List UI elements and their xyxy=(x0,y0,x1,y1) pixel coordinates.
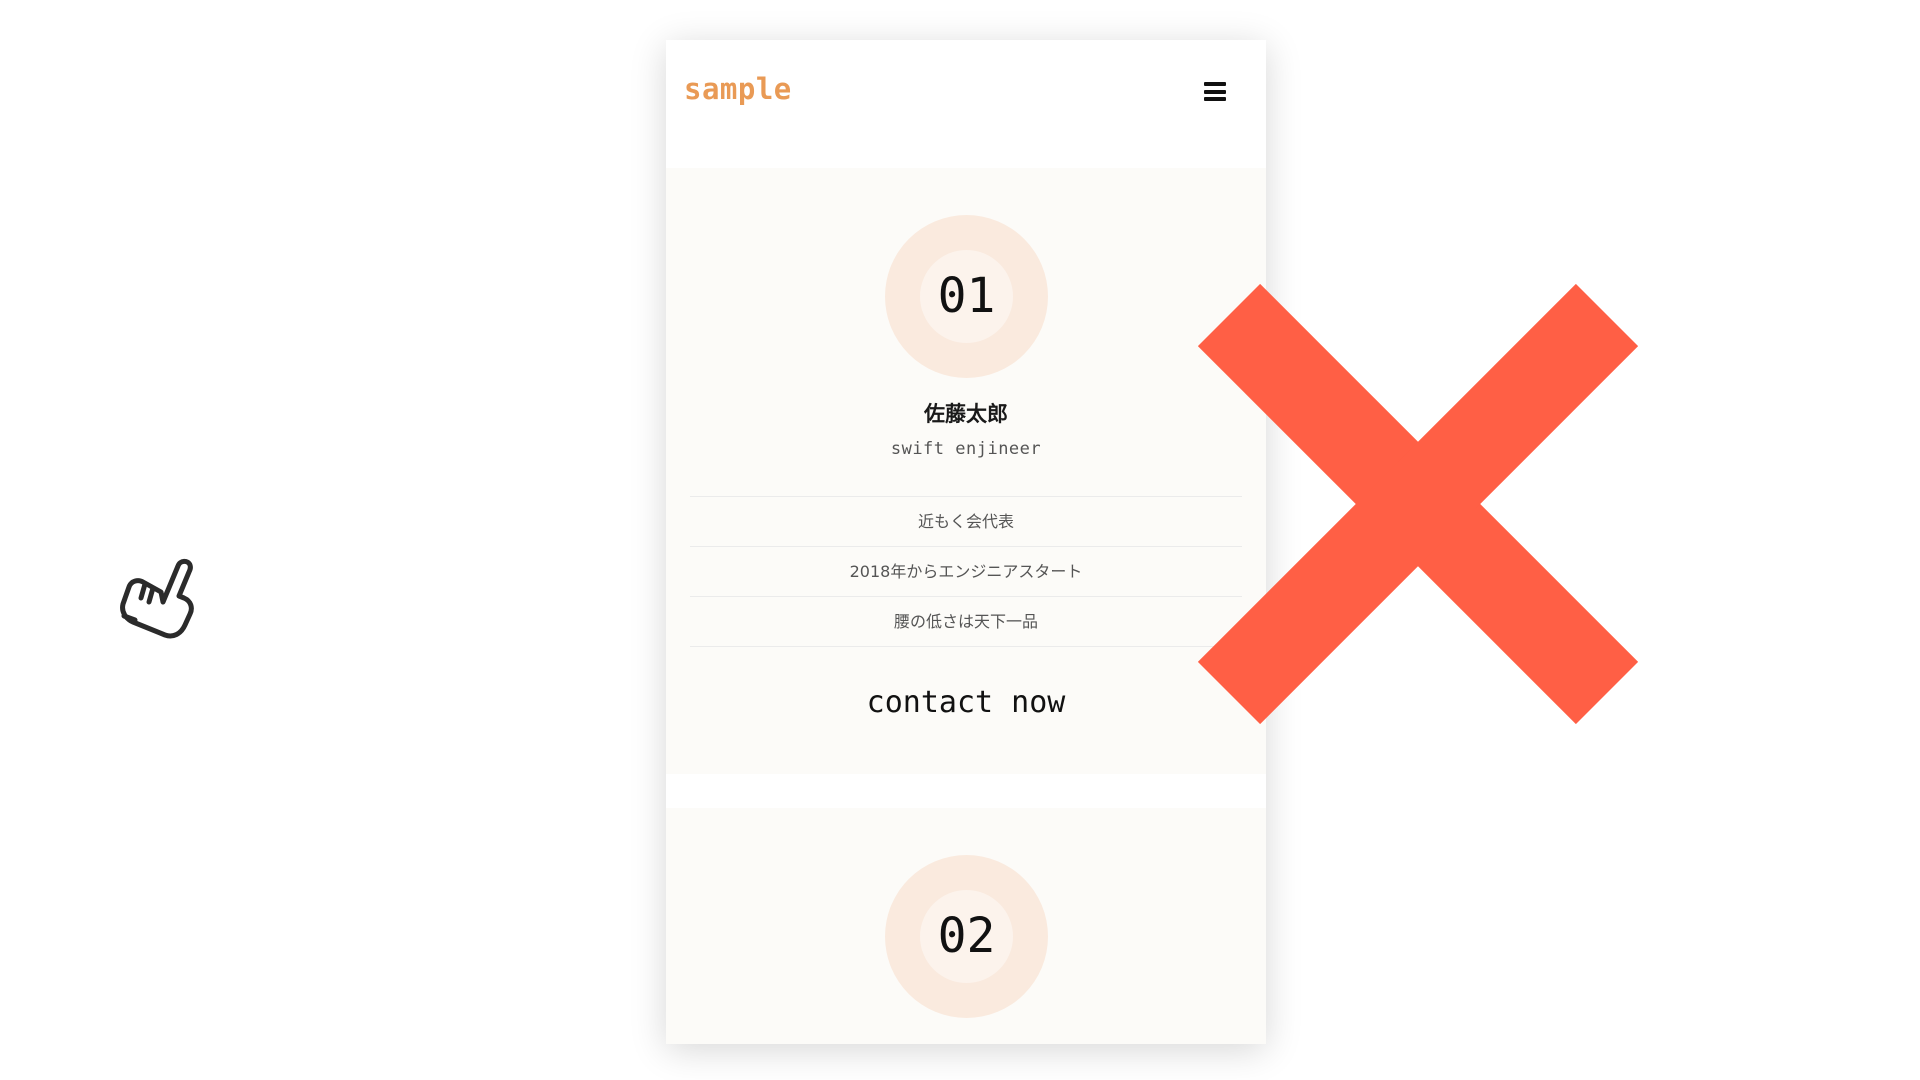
screen: sample 01 佐藤太郎 swift enjineer 近もく会代表 201… xyxy=(0,0,1920,1080)
contact-now-button[interactable]: contact now xyxy=(816,678,1116,728)
number-badge: 02 xyxy=(885,855,1048,1018)
profile-fact-item: 2018年からエンジニアスタート xyxy=(690,547,1242,597)
profile-card: 02 xyxy=(666,808,1266,1044)
red-cross-x-icon xyxy=(1198,284,1638,724)
profile-facts-list: 近もく会代表 2018年からエンジニアスタート 腰の低さは天下一品 xyxy=(690,496,1242,647)
red-cross-x-strokes xyxy=(1198,284,1638,724)
profile-number: 02 xyxy=(937,908,996,964)
site-header: sample xyxy=(666,40,1266,168)
profile-fact-item: 近もく会代表 xyxy=(690,497,1242,547)
profile-name: 佐藤太郎 xyxy=(924,402,1008,426)
profile-role: swift enjineer xyxy=(890,439,1042,459)
number-badge: 01 xyxy=(885,215,1048,378)
pointing-hand-cursor-icon xyxy=(120,558,194,639)
site-logo[interactable]: sample xyxy=(684,72,792,106)
mobile-preview: sample 01 佐藤太郎 swift enjineer 近もく会代表 201… xyxy=(666,40,1266,1044)
profile-fact-item: 腰の低さは天下一品 xyxy=(690,597,1242,647)
hamburger-menu-icon[interactable] xyxy=(1204,82,1226,101)
profile-card: 01 佐藤太郎 swift enjineer 近もく会代表 2018年からエンジ… xyxy=(666,168,1266,774)
card-spacer xyxy=(666,774,1266,808)
profile-number: 01 xyxy=(937,268,996,324)
